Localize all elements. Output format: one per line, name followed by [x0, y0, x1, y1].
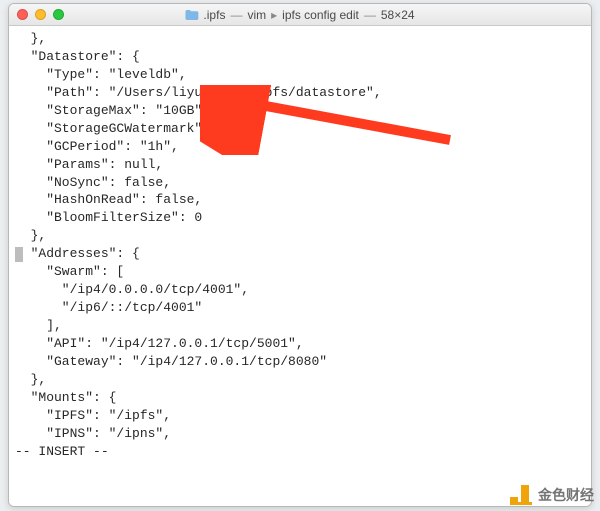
- watermark-text: 金色财经: [538, 485, 594, 505]
- watermark: 金色财经: [510, 485, 594, 505]
- minimize-icon[interactable]: [35, 9, 46, 20]
- code-block: }, "Datastore": { "Type": "leveldb", "Pa…: [15, 30, 585, 461]
- title-doc: ipfs config edit: [282, 8, 359, 22]
- close-icon[interactable]: [17, 9, 28, 20]
- window-controls: [17, 9, 64, 20]
- title-app: vim: [247, 8, 266, 22]
- title-size: 58×24: [381, 8, 415, 22]
- zoom-icon[interactable]: [53, 9, 64, 20]
- watermark-logo-icon: [510, 485, 532, 505]
- cursor: [15, 247, 23, 262]
- titlebar[interactable]: .ipfs — vim ▸ ipfs config edit — 58×24: [9, 4, 591, 26]
- terminal-window: .ipfs — vim ▸ ipfs config edit — 58×24 }…: [8, 3, 592, 507]
- title-sep2: —: [364, 8, 376, 22]
- window-title: .ipfs — vim ▸ ipfs config edit — 58×24: [185, 8, 414, 22]
- terminal-body[interactable]: }, "Datastore": { "Type": "leveldb", "Pa…: [9, 26, 591, 506]
- title-folder: .ipfs: [203, 8, 225, 22]
- title-bullet: ▸: [271, 8, 277, 22]
- title-sep1: —: [230, 8, 242, 22]
- folder-icon: [185, 10, 198, 20]
